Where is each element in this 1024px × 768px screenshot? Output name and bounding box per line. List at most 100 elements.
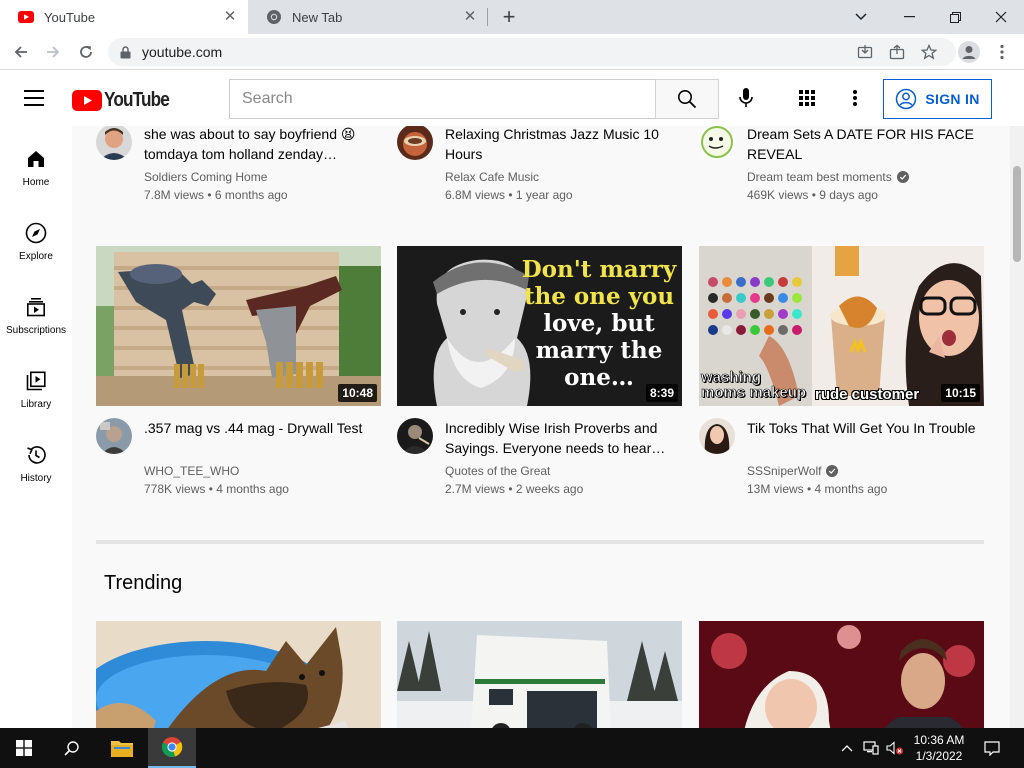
guide-item-history[interactable]: History: [0, 422, 72, 494]
network-icon[interactable]: [860, 728, 882, 768]
video-title[interactable]: Relaxing Christmas Jazz Music 10 Hours: [445, 126, 675, 164]
windows-start-icon[interactable]: [0, 728, 48, 768]
compass-icon: [25, 222, 47, 244]
video-duration: 10:15: [941, 384, 980, 402]
channel-avatar[interactable]: [397, 126, 433, 160]
apps-grid-icon[interactable]: [795, 86, 819, 110]
video-grid: she was about to say boyfriend 😫 tomdaya…: [72, 126, 1010, 728]
thumbnail-text-line: the one you: [523, 283, 675, 310]
video-thumbnail[interactable]: washing moms makeup rude customer 10:15: [699, 246, 984, 406]
guide-item-subscriptions[interactable]: Subscriptions: [0, 274, 72, 346]
show-hidden-icons-chevron-icon[interactable]: [838, 728, 856, 768]
channel-name[interactable]: Relax Cafe Music: [445, 170, 539, 184]
thumbnail-text-line: Don't marry: [521, 256, 677, 283]
thumbnail-text-line: moms makeup: [701, 384, 807, 401]
mini-guide-sidebar: Home Explore Subscriptions Library Histo…: [0, 126, 72, 728]
video-title[interactable]: she was about to say boyfriend 😫 tomdaya…: [144, 126, 374, 164]
file-explorer-icon[interactable]: [98, 728, 146, 768]
account-circle-icon: [896, 88, 917, 110]
channel-name-text: WHO_TEE_WHO: [144, 464, 240, 478]
windows-taskbar: 10:36 AM 1/3/2022: [0, 728, 1024, 768]
channel-avatar[interactable]: [96, 126, 132, 160]
minimize-button[interactable]: [886, 0, 932, 34]
new-tab-button[interactable]: +: [498, 6, 520, 28]
reload-button[interactable]: [73, 39, 99, 65]
video-title[interactable]: Tik Toks That Will Get You In Trouble: [747, 418, 977, 438]
channel-avatar[interactable]: [699, 418, 735, 454]
channel-avatar[interactable]: [397, 418, 433, 454]
video-card[interactable]: Relaxing Christmas Jazz Music 10 Hours R…: [397, 126, 682, 214]
forward-button[interactable]: [40, 39, 66, 65]
youtube-play-logo-icon: [72, 90, 102, 111]
trending-shelf-title[interactable]: Trending: [104, 572, 182, 595]
guide-label: Library: [20, 399, 52, 410]
video-card[interactable]: Tik Toks That Will Get You In Trouble SS…: [699, 418, 984, 508]
video-thumbnail[interactable]: 10:48: [96, 246, 381, 406]
channel-name[interactable]: WHO_TEE_WHO: [144, 464, 239, 478]
install-app-icon[interactable]: [852, 39, 878, 65]
chrome-taskbar-icon[interactable]: [148, 728, 196, 768]
guide-item-explore[interactable]: Explore: [0, 200, 72, 272]
video-card[interactable]: she was about to say boyfriend 😫 tomdaya…: [96, 126, 381, 214]
taskbar-clock[interactable]: 10:36 AM 1/3/2022: [906, 732, 972, 764]
tab-title: YouTube: [44, 9, 96, 25]
lock-icon[interactable]: [120, 45, 134, 59]
voice-search-microphone-icon[interactable]: [734, 86, 758, 110]
bookmark-star-icon[interactable]: [916, 39, 942, 65]
youtube-logo[interactable]: YouTube: [72, 89, 180, 112]
search-button[interactable]: [655, 79, 719, 119]
restore-button[interactable]: [932, 0, 978, 34]
logo-wordmark: YouTube: [104, 89, 170, 111]
youtube-header: YouTube SIGN IN: [0, 70, 1024, 126]
channel-avatar[interactable]: [96, 418, 132, 454]
hamburger-menu-icon[interactable]: [24, 90, 46, 106]
profile-avatar-icon[interactable]: [956, 39, 982, 65]
close-window-button[interactable]: [978, 0, 1024, 34]
volume-muted-icon[interactable]: [884, 728, 906, 768]
video-card[interactable]: .357 mag vs .44 mag - Drywall Test WHO_T…: [96, 418, 381, 508]
clock-date: 1/3/2022: [915, 749, 963, 763]
video-thumbnail[interactable]: [397, 621, 682, 728]
thumbnail-text-line: washing: [701, 369, 762, 386]
chrome-menu-icon[interactable]: [989, 39, 1015, 65]
tab-separator: [487, 8, 488, 26]
sign-in-button[interactable]: SIGN IN: [883, 79, 992, 119]
video-thumbnail[interactable]: [699, 621, 984, 728]
guide-item-library[interactable]: Library: [0, 348, 72, 420]
video-thumbnail[interactable]: Don't marry the one you love, but marry …: [397, 246, 682, 406]
tab-new-tab[interactable]: New Tab ✕: [248, 0, 488, 34]
video-title[interactable]: Dream Sets A DATE FOR HIS FACE REVEAL: [747, 126, 977, 164]
video-card[interactable]: Dream Sets A DATE FOR HIS FACE REVEAL Dr…: [699, 126, 984, 214]
channel-name[interactable]: Quotes of the Great: [445, 464, 550, 478]
share-icon[interactable]: [884, 39, 910, 65]
back-button[interactable]: [8, 39, 34, 65]
notifications-icon[interactable]: [978, 728, 1006, 768]
sign-in-label: SIGN IN: [925, 91, 980, 107]
close-tab-icon[interactable]: ✕: [462, 9, 478, 25]
channel-name[interactable]: SSSniperWolf: [747, 464, 839, 478]
video-title[interactable]: Incredibly Wise Irish Proverbs and Sayin…: [445, 418, 675, 458]
channel-name-text: Dream team best moments: [747, 170, 892, 184]
video-duration: 8:39: [645, 384, 678, 402]
video-stats: 7.8M views • 6 months ago: [144, 188, 288, 202]
browser-toolbar: youtube.com: [0, 34, 1024, 70]
channel-name[interactable]: Soldiers Coming Home: [144, 170, 267, 184]
address-bar[interactable]: youtube.com: [108, 38, 956, 66]
close-tab-icon[interactable]: ✕: [222, 9, 238, 25]
video-card[interactable]: Incredibly Wise Irish Proverbs and Sayin…: [397, 418, 682, 508]
taskbar-search-icon[interactable]: [48, 728, 96, 768]
settings-more-icon[interactable]: [843, 86, 867, 110]
guide-item-home[interactable]: Home: [0, 126, 72, 198]
thumbnail-text-line: love, but: [543, 310, 655, 337]
video-title[interactable]: .357 mag vs .44 mag - Drywall Test: [144, 418, 374, 438]
video-stats: 778K views • 4 months ago: [144, 482, 289, 496]
search-box[interactable]: [229, 79, 656, 119]
channel-name[interactable]: Dream team best moments: [747, 170, 909, 184]
search-input[interactable]: [230, 80, 656, 118]
video-thumbnail[interactable]: [96, 621, 381, 728]
channel-avatar[interactable]: [699, 126, 735, 160]
tab-youtube[interactable]: YouTube ✕: [0, 0, 248, 34]
tab-search-chevron-icon[interactable]: [838, 0, 884, 34]
scrollbar-thumb[interactable]: [1013, 166, 1021, 262]
channel-name-text: Relax Cafe Music: [445, 170, 540, 184]
